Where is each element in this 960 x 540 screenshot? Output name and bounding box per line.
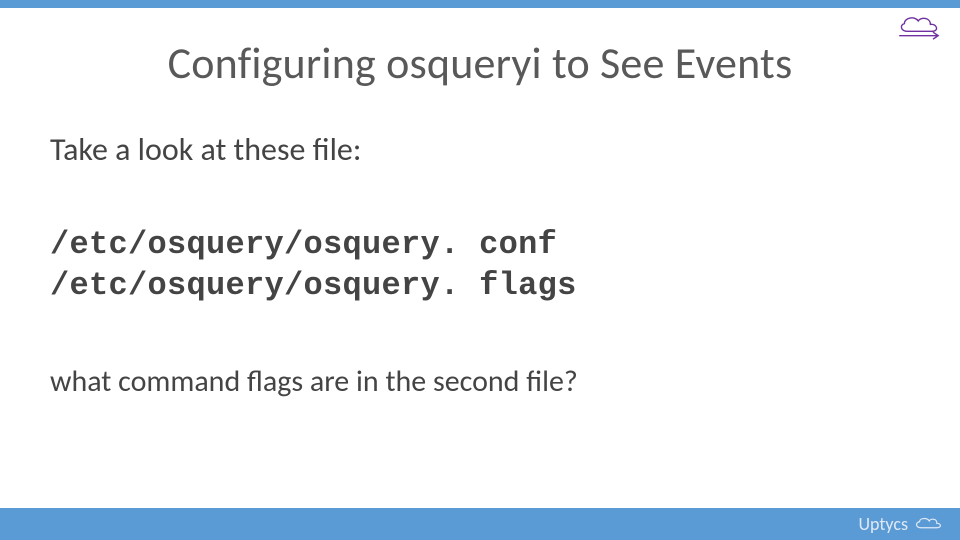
brand-label: Uptycs bbox=[858, 513, 908, 535]
bottom-accent-bar: Uptycs bbox=[0, 508, 960, 540]
file-path-2: /etc/osquery/osquery. flags bbox=[50, 266, 910, 307]
file-path-1: /etc/osquery/osquery. conf bbox=[50, 225, 910, 266]
top-accent-bar bbox=[0, 0, 960, 8]
brand-footer: Uptycs bbox=[858, 513, 942, 535]
page-title: Configuring osqueryi to See Events bbox=[0, 36, 960, 90]
cloud-icon bbox=[912, 515, 942, 533]
slide-body: Take a look at these file: /etc/osquery/… bbox=[50, 130, 910, 400]
question-text: what command flags are in the second fil… bbox=[50, 363, 910, 400]
intro-text: Take a look at these file: bbox=[50, 130, 910, 169]
